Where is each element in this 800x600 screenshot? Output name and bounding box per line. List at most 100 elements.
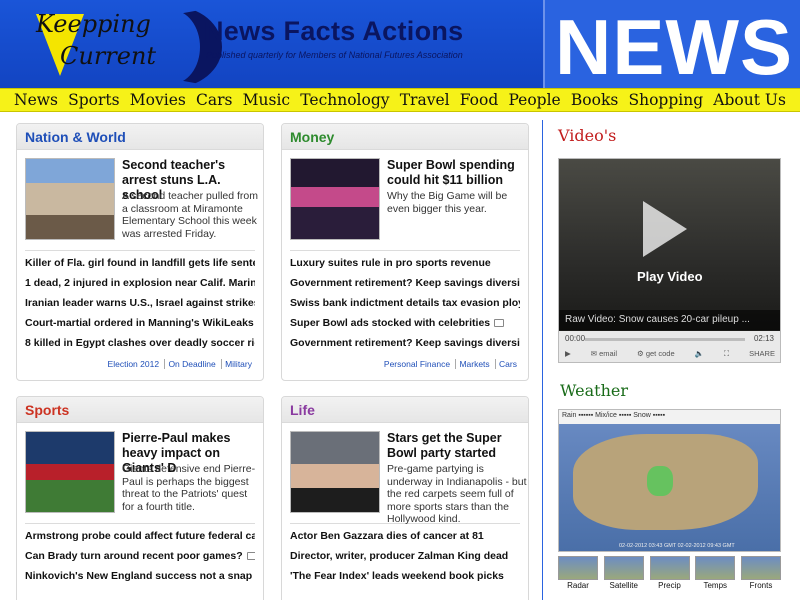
headline-text: Super Bowl ads stocked with celebrities: [290, 317, 491, 329]
thumb-label: Radar: [567, 581, 589, 590]
email-button[interactable]: ✉ email: [591, 349, 617, 359]
headline-link[interactable]: Actor Ben Gazzara dies of cancer at 81: [290, 526, 520, 546]
play-control-icon[interactable]: ▶: [565, 349, 571, 359]
headline-link[interactable]: 1 dead, 2 injured in explosion near Cali…: [25, 273, 255, 293]
nav-item-technology[interactable]: Technology: [300, 91, 389, 109]
feature-image[interactable]: [290, 431, 380, 513]
fullscreen-icon[interactable]: ⛶: [724, 349, 729, 359]
headline-link-with-video[interactable]: Super Bowl ads stocked with celebrities: [290, 313, 520, 333]
section-links: Election 2012 On Deadline Military: [17, 353, 263, 373]
news-banner-word: NEWS: [555, 3, 793, 91]
video-frame[interactable]: Play Video Raw Video: Snow causes 20-car…: [559, 159, 780, 331]
feature-image[interactable]: [25, 431, 115, 513]
feature-story: Stars get the Super Bowl party started P…: [290, 431, 527, 525]
play-icon[interactable]: [643, 201, 687, 257]
thumb-label: Precip: [658, 581, 681, 590]
play-video-label[interactable]: Play Video: [637, 269, 703, 284]
headline-link[interactable]: Government retirement? Keep savings dive…: [290, 273, 520, 293]
time-total: 02:13: [753, 334, 774, 343]
video-progress-bar[interactable]: [585, 338, 745, 341]
link-on-deadline[interactable]: On Deadline: [164, 359, 219, 369]
weather-map-thumbnails: Radar Satellite Precip Temps Fronts: [558, 556, 781, 596]
headline-link[interactable]: Armstrong probe could affect future fede…: [25, 526, 255, 546]
feature-story: Super Bowl spending could hit $11 billio…: [290, 158, 520, 250]
nav-item-about-us[interactable]: About Us: [713, 91, 786, 109]
thumb-image: [603, 556, 644, 580]
weather-thumb-fronts[interactable]: Fronts: [741, 556, 781, 596]
headline-link[interactable]: Director, writer, producer Zalman King d…: [290, 546, 520, 566]
nav-item-sports[interactable]: Sports: [68, 91, 119, 109]
weather-thumb-temps[interactable]: Temps: [695, 556, 736, 596]
nav-item-travel[interactable]: Travel: [400, 91, 450, 109]
get-code-button[interactable]: ⚙ get code: [637, 349, 675, 359]
precipitation-area: [647, 466, 673, 496]
volume-icon[interactable]: 🔈: [695, 349, 704, 359]
video-controls: ▶ ✉ email ⚙ get code 🔈 ⛶ SHARE: [565, 349, 775, 359]
link-election-2012[interactable]: Election 2012: [105, 359, 163, 369]
headline-link[interactable]: Luxury suites rule in pro sports revenue: [290, 253, 520, 273]
weather-heading: Weather: [560, 381, 628, 400]
card-title[interactable]: Sports: [17, 397, 263, 423]
headline-link[interactable]: Government retirement? Keep savings dive…: [290, 333, 520, 353]
feature-description: Giants defensive end Pierre-Paul is perh…: [122, 463, 256, 513]
nav-item-music[interactable]: Music: [243, 91, 290, 109]
headline-link[interactable]: Iranian leader warns U.S., Israel agains…: [25, 293, 255, 313]
headline-list: Killer of Fla. girl found in landfill ge…: [25, 250, 255, 353]
thumb-image: [741, 556, 781, 580]
time-current: 00:00: [565, 334, 586, 343]
nav-item-movies[interactable]: Movies: [130, 91, 186, 109]
link-cars[interactable]: Cars: [495, 359, 520, 369]
logo-text-line2: Current: [60, 42, 157, 70]
feature-image[interactable]: [25, 158, 115, 240]
get-code-label: get code: [645, 349, 675, 358]
link-personal-finance[interactable]: Personal Finance: [381, 359, 453, 369]
weather-thumb-radar[interactable]: Radar: [558, 556, 598, 596]
card-title[interactable]: Life: [282, 397, 528, 423]
video-icon: [246, 552, 255, 561]
keeping-current-logo[interactable]: Keepping Current: [22, 4, 222, 88]
nav-item-books[interactable]: Books: [571, 91, 618, 109]
weather-radar-map[interactable]: Rain ▪▪▪▪▪▪ Mix/ice ▪▪▪▪▪ Snow ▪▪▪▪▪ 02-…: [558, 409, 781, 552]
headline-link[interactable]: Court-martial ordered in Manning's WikiL…: [25, 313, 255, 333]
video-caption: Raw Video: Snow causes 20-car pileup ...: [559, 310, 780, 330]
headline-link-with-video[interactable]: Can Brady turn around recent poor games?: [25, 546, 255, 566]
nav-item-cars[interactable]: Cars: [196, 91, 232, 109]
site-subtitle: Published quarterly for Members of Natio…: [206, 50, 463, 60]
card-title[interactable]: Nation & World: [17, 124, 263, 150]
site-title: News Facts Actions: [204, 16, 464, 46]
feature-title[interactable]: Super Bowl spending could hit $11 billio…: [387, 158, 527, 188]
headline-link[interactable]: Killer of Fla. girl found in landfill ge…: [25, 253, 255, 273]
nation-world-card: Nation & World Second teacher's arrest s…: [16, 123, 264, 381]
feature-image[interactable]: [290, 158, 380, 240]
link-markets[interactable]: Markets: [455, 359, 493, 369]
nav-item-news[interactable]: News: [14, 91, 58, 109]
feature-description: Pre-game partying is underway in Indiana…: [387, 463, 527, 525]
sports-card: Sports Pierre-Paul makes heavy impact on…: [16, 396, 264, 600]
map-timestamp: 02-02-2012 03:43 GMT 02-02-2012 09:43 GM…: [619, 543, 735, 549]
nav-item-shopping[interactable]: Shopping: [628, 91, 703, 109]
headline-link[interactable]: Ninkovich's New England success not a sn…: [25, 566, 255, 586]
headline-link[interactable]: Swiss bank indictment details tax evasio…: [290, 293, 520, 313]
weather-thumb-precip[interactable]: Precip: [649, 556, 690, 596]
thumb-label: Satellite: [609, 581, 638, 590]
weather-thumb-satellite[interactable]: Satellite: [603, 556, 644, 596]
video-player: Play Video Raw Video: Snow causes 20-car…: [558, 158, 781, 363]
news-banner: NEWS: [543, 0, 800, 91]
feature-title[interactable]: Stars get the Super Bowl party started: [387, 431, 527, 461]
section-links: Personal Finance Markets Cars: [282, 353, 528, 373]
headline-list: Luxury suites rule in pro sports revenue…: [290, 250, 520, 353]
headline-link[interactable]: 'The Fear Index' leads weekend book pick…: [290, 566, 520, 586]
nav-item-food[interactable]: Food: [460, 91, 499, 109]
email-label: email: [599, 349, 618, 358]
main-nav: News Sports Movies Cars Music Technology…: [0, 88, 800, 112]
thumb-label: Fronts: [749, 581, 773, 590]
headline-link[interactable]: 8 killed in Egypt clashes over deadly so…: [25, 333, 255, 353]
headline-text: Can Brady turn around recent poor games?: [25, 550, 243, 562]
thumb-image: [649, 556, 690, 580]
link-military[interactable]: Military: [221, 359, 255, 369]
feature-story: Second teacher's arrest stuns L.A. schoo…: [25, 158, 258, 250]
share-button[interactable]: SHARE: [749, 349, 775, 359]
card-title[interactable]: Money: [282, 124, 528, 150]
nav-item-people[interactable]: People: [508, 91, 560, 109]
site-header: Keepping Current News Facts Actions Publ…: [0, 0, 800, 91]
